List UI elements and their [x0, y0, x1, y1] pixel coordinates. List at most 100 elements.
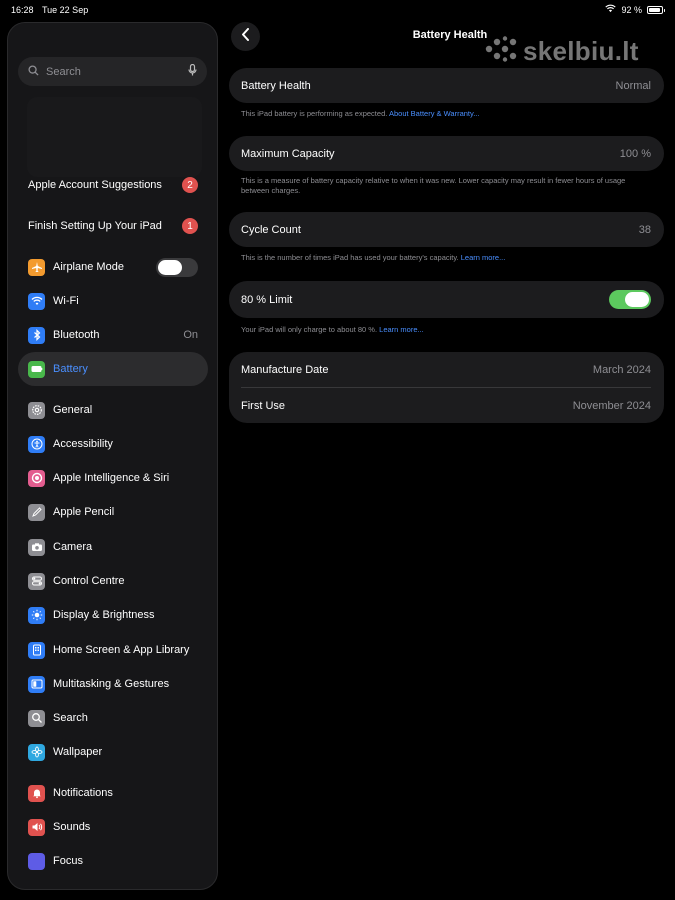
- sidebar-item-label: Search: [53, 712, 88, 724]
- sidebar-item-label: Airplane Mode: [53, 261, 124, 273]
- sidebar-item-label: Apple Intelligence & Siri: [53, 472, 170, 484]
- sidebar-item-label: Multitasking & Gestures: [53, 678, 170, 690]
- watermark: skelbiu.lt: [484, 36, 639, 67]
- maximum-capacity-card: Maximum Capacity 100 %: [229, 136, 664, 171]
- maximum-capacity-label: Maximum Capacity: [241, 147, 335, 160]
- sidebar-item-label: Camera: [53, 541, 93, 553]
- manufacture-date-row: Manufacture Date March 2024: [229, 352, 664, 387]
- microphone-icon[interactable]: [188, 63, 197, 81]
- airplane-mode-toggle[interactable]: [156, 257, 198, 277]
- cycle-count-learn-more-link[interactable]: Learn more...: [461, 253, 506, 262]
- notification-badge: 2: [182, 177, 198, 193]
- cycle-count-label: Cycle Count: [241, 223, 301, 236]
- charge-limit-note-text: Your iPad will only charge to about 80 %…: [241, 325, 378, 334]
- sidebar-item-display-brightness[interactable]: Display & Brightness: [18, 598, 208, 632]
- charge-limit-note: Your iPad will only charge to about 80 %…: [241, 325, 651, 335]
- sidebar-item-focus[interactable]: Focus: [18, 844, 208, 878]
- maximum-capacity-value: 100 %: [619, 147, 651, 160]
- sidebar-item-label: Sounds: [53, 821, 91, 833]
- sidebar-item-sounds[interactable]: Sounds: [18, 810, 208, 844]
- sidebar-item-label: Apple Pencil: [53, 506, 115, 518]
- account-area[interactable]: [27, 97, 202, 177]
- battery-icon: [28, 360, 45, 378]
- siri-icon: [28, 469, 45, 487]
- battery-health-note: This iPad battery is performing as expec…: [241, 109, 651, 119]
- sidebar-item-label: Display & Brightness: [53, 609, 155, 621]
- first-use-value: November 2024: [572, 399, 651, 412]
- flower-icon: [28, 743, 45, 761]
- sidebar-item-label: Focus: [53, 855, 83, 867]
- camera-icon: [28, 538, 45, 556]
- multitasking-icon: [28, 675, 45, 693]
- sidebar-item-camera[interactable]: Camera: [18, 530, 208, 564]
- sidebar: Search Apple Account Suggestions 2 Finish …: [7, 22, 218, 890]
- sidebar-item-bluetooth[interactable]: Bluetooth On: [18, 318, 208, 352]
- cycle-count-row: Cycle Count 38: [229, 212, 664, 247]
- sidebar-item-apple-intelligence-siri[interactable]: Apple Intelligence & Siri: [18, 461, 208, 495]
- sidebar-item-label: Apple Account Suggestions: [28, 179, 162, 191]
- sidebar-item-label: Control Centre: [53, 575, 125, 587]
- battery-percent: 92 %: [621, 4, 642, 15]
- status-bar: 16:28 Tue 22 Sep 92 %: [0, 0, 675, 20]
- watermark-dots-icon: [484, 36, 518, 67]
- sidebar-item-value: On: [183, 329, 198, 341]
- sidebar-item-label: Notifications: [53, 787, 113, 799]
- sidebar-item-general[interactable]: General: [18, 393, 208, 427]
- sidebar-item-finish-setting-up-your-ipad[interactable]: Finish Setting Up Your iPad 1: [18, 209, 208, 243]
- dates-card: Manufacture Date March 2024 First Use No…: [229, 352, 664, 423]
- first-use-row: First Use November 2024: [229, 388, 664, 423]
- status-time: 16:28: [11, 5, 34, 15]
- moon-icon: [28, 852, 45, 870]
- sidebar-item-label: General: [53, 404, 93, 416]
- cycle-count-card: Cycle Count 38: [229, 212, 664, 247]
- sidebar-item-multitasking-gestures[interactable]: Multitasking & Gestures: [18, 667, 208, 701]
- charge-limit-toggle[interactable]: [609, 290, 651, 309]
- battery-health-value: Normal: [615, 79, 651, 92]
- sidebar-item-wallpaper[interactable]: Wallpaper: [18, 735, 208, 769]
- sidebar-item-control-centre[interactable]: Control Centre: [18, 564, 208, 598]
- sidebar-item-apple-pencil[interactable]: Apple Pencil: [18, 495, 208, 529]
- switches-icon: [28, 572, 45, 590]
- cycle-count-note-text: This is the number of times iPad has use…: [241, 253, 459, 262]
- battery-health-label: Battery Health: [241, 79, 311, 92]
- sidebar-item-label: Finish Setting Up Your iPad: [28, 220, 162, 232]
- sidebar-item-notifications[interactable]: Notifications: [18, 776, 208, 810]
- sidebar-item-label: Bluetooth: [53, 329, 100, 341]
- speaker-icon: [28, 818, 45, 836]
- accessibility-icon: [28, 435, 45, 453]
- wifi-icon: [28, 292, 45, 310]
- airplane-icon: [28, 258, 45, 276]
- back-button[interactable]: [231, 22, 260, 51]
- status-right: 92 %: [605, 4, 665, 15]
- sidebar-item-wi-fi[interactable]: Wi-Fi: [18, 284, 208, 318]
- maximum-capacity-note: This is a measure of battery capacity re…: [241, 176, 626, 195]
- sidebar-item-apple-account-suggestions[interactable]: Apple Account Suggestions 2: [18, 168, 208, 202]
- charge-limit-label: 80 % Limit: [241, 293, 293, 306]
- gear-icon: [28, 401, 45, 419]
- bell-icon: [28, 784, 45, 802]
- sidebar-item-label: Accessibility: [53, 438, 113, 450]
- chevron-left-icon: [241, 27, 250, 46]
- bluetooth-icon: [28, 326, 45, 344]
- battery-health-note-text: This iPad battery is performing as expec…: [241, 109, 388, 118]
- sidebar-item-battery[interactable]: Battery: [18, 352, 208, 386]
- about-battery-warranty-link[interactable]: About Battery & Warranty...: [389, 109, 479, 118]
- search-input[interactable]: Search: [18, 57, 207, 86]
- manufacture-date-value: March 2024: [592, 363, 651, 376]
- wifi-status-icon: [605, 4, 617, 15]
- battery-health-card: Battery Health Normal: [229, 68, 664, 103]
- battery-health-row: Battery Health Normal: [229, 68, 664, 103]
- sidebar-item-accessibility[interactable]: Accessibility: [18, 427, 208, 461]
- sidebar-item-label: Wallpaper: [53, 746, 103, 758]
- sidebar-item-home-screen-app-library[interactable]: Home Screen & App Library: [18, 633, 208, 667]
- cycle-count-value: 38: [638, 223, 651, 236]
- sun-icon: [28, 606, 45, 624]
- sidebar-item-airplane-mode[interactable]: Airplane Mode: [18, 250, 208, 284]
- search-icon: [28, 709, 45, 727]
- charge-limit-learn-more-link[interactable]: Learn more...: [379, 325, 424, 334]
- sidebar-item-label: Home Screen & App Library: [53, 644, 190, 656]
- maximum-capacity-row: Maximum Capacity 100 %: [229, 136, 664, 171]
- sidebar-item-search[interactable]: Search: [18, 701, 208, 735]
- search-icon: [28, 63, 39, 81]
- pencil-icon: [28, 503, 45, 521]
